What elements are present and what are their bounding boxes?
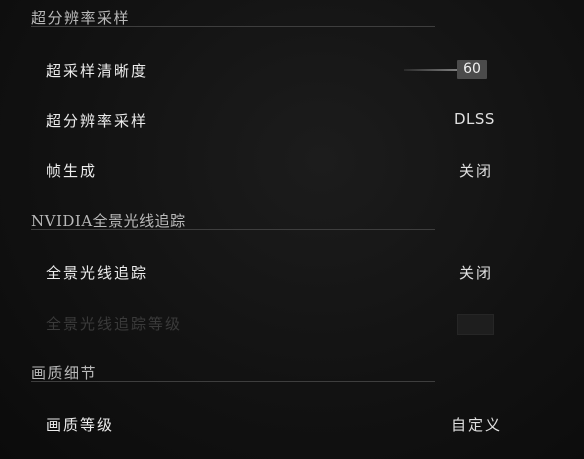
sharpness-slider-track[interactable]: [404, 69, 464, 71]
section-divider: [31, 229, 435, 230]
setting-label-upscaler[interactable]: 超分辨率采样: [46, 110, 148, 131]
section-title-super-resolution: 超分辨率采样: [31, 9, 131, 27]
sharpness-slider-value[interactable]: 60: [457, 60, 487, 79]
setting-value-upscaler[interactable]: DLSS: [454, 110, 495, 128]
setting-value-path-tracing[interactable]: 关闭: [459, 262, 493, 283]
path-tracing-level-disabled-control: [457, 314, 494, 335]
setting-value-frame-gen[interactable]: 关闭: [459, 160, 493, 181]
section-divider: [31, 26, 435, 27]
section-title-path-tracing: NVIDIA全景光线追踪: [31, 212, 186, 230]
setting-label-quality-level[interactable]: 画质等级: [46, 414, 114, 435]
section-divider: [31, 381, 435, 382]
section-title-quality: 画质细节: [31, 364, 98, 382]
setting-label-path-tracing[interactable]: 全景光线追踪: [46, 262, 148, 283]
setting-value-quality-level[interactable]: 自定义: [451, 414, 502, 435]
setting-label-frame-gen[interactable]: 帧生成: [46, 160, 97, 181]
setting-label-path-tracing-level: 全景光线追踪等级: [46, 315, 183, 333]
setting-label-sharpness[interactable]: 超采样清晰度: [46, 60, 148, 81]
